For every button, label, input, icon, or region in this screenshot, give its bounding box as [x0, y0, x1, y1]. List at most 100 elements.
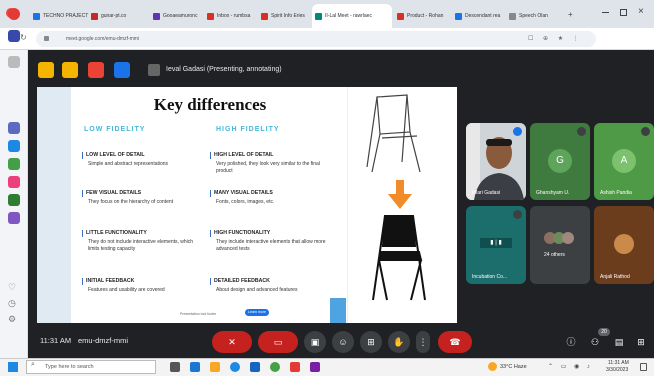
taskbar-search-input[interactable]: Type here to search	[26, 360, 156, 374]
sidebar-app-icon[interactable]	[8, 194, 20, 206]
others-tile[interactable]: 24 others	[530, 206, 590, 284]
annotate-button[interactable]	[114, 62, 130, 78]
activities-icon[interactable]: ⊞	[632, 331, 650, 353]
captions-icon: ▣	[310, 337, 320, 347]
sidebar-app-icon[interactable]	[8, 122, 20, 134]
search-icon: ⌕	[31, 361, 35, 368]
participant-count-badge: 20	[598, 328, 610, 336]
item-heading: LITTLE FUNCTIONALITY	[82, 230, 202, 237]
browser-tab[interactable]: Product - Rohan	[394, 6, 446, 26]
tab-favicon-icon	[261, 12, 268, 20]
taskview-icon[interactable]	[170, 362, 180, 372]
browser-tab[interactable]: gunar-pt.co	[88, 6, 143, 26]
item-body: Simple and abstract representations	[88, 161, 169, 167]
slide-title: Key differences	[153, 95, 267, 114]
lock-icon	[44, 36, 49, 41]
tab-favicon-icon	[397, 12, 404, 20]
address-bar[interactable]: meet.google.com/emu-dmzf-mmi	[36, 31, 596, 47]
participant-tile[interactable]: A Ashish Pandia	[594, 123, 654, 200]
item-heading: INITIAL FEEDBACK	[82, 278, 202, 285]
mic-muted-icon	[513, 210, 522, 219]
item-body: They do not include interactive elements…	[88, 239, 194, 252]
browser-tab-active[interactable]: II-Lal Meet - rawrlaec	[312, 4, 392, 28]
slide-decor-strip	[37, 87, 71, 323]
real-chair-icon	[372, 215, 426, 301]
sidebar-app-icon[interactable]	[8, 30, 20, 42]
browser-tab[interactable]: Gooaeamuronc	[150, 6, 202, 26]
sidebar-app-icon[interactable]	[8, 212, 20, 224]
chat-icon[interactable]: ▤	[610, 331, 628, 353]
sidebar-history-icon[interactable]: ◷	[8, 298, 20, 310]
sidebar-app-icon[interactable]	[8, 8, 20, 20]
meeting-code: emu-dmzf-mmi	[78, 336, 128, 345]
info-icon[interactable]: ⓘ	[562, 331, 580, 353]
sidebar-heart-icon[interactable]: ♡	[8, 282, 20, 294]
tab-favicon-icon	[207, 12, 214, 20]
participant-tile[interactable]: ▮ | ▮ Incubation Co...	[466, 206, 526, 284]
slide-footer-button[interactable]: Learn more	[245, 309, 269, 316]
browser-tab[interactable]: Inbox - rumbsa	[204, 6, 256, 26]
captions-button[interactable]	[62, 62, 78, 78]
participant-tile[interactable]: G Ghanshyam U.	[530, 123, 590, 200]
tab-favicon-icon	[455, 12, 462, 20]
file-explorer-icon[interactable]	[210, 362, 220, 372]
sidebar-app-icon[interactable]	[8, 158, 20, 170]
maximize-icon[interactable]	[620, 9, 627, 16]
item-heading: FEW VISUAL DETAILS	[82, 190, 202, 197]
minimize-icon[interactable]	[602, 12, 609, 13]
item-heading: HIGH FUNCTIONALITY	[210, 230, 330, 237]
presenter-avatar	[148, 64, 160, 76]
store-icon[interactable]	[250, 362, 260, 372]
participant-tile[interactable]: Inlari Gadasi	[466, 123, 526, 200]
low-fidelity-item: LITTLE FUNCTIONALITY They do not include…	[82, 230, 202, 252]
taskbar-app-icon[interactable]	[290, 362, 300, 372]
arrow-down-icon	[388, 180, 412, 209]
tab-label: Gooaeamuronc	[163, 13, 198, 19]
taskbar-clock-date[interactable]: 3/30/2023	[606, 367, 628, 373]
participant-avatar: A	[612, 149, 636, 173]
system-tray-icons[interactable]: ⌃ ▭ ◉ ♪	[548, 363, 593, 370]
low-fidelity-item: LOW LEVEL OF DETAIL Simple and abstract …	[82, 152, 202, 168]
taskbar-app-icon[interactable]	[310, 362, 320, 372]
camera-off-icon: ▭	[273, 337, 283, 347]
mic-muted-icon	[513, 127, 522, 136]
taskbar-clock-time[interactable]: 11:31 AM	[608, 360, 629, 366]
windows-start-icon[interactable]	[8, 362, 18, 372]
present-icon: ⊞	[367, 337, 375, 347]
meeting-time: 11:31 AM	[40, 336, 72, 345]
mic-muted-icon	[577, 127, 586, 136]
mic-off-icon: ✕	[228, 337, 236, 347]
sidebar-app-icon[interactable]	[8, 140, 20, 152]
widgets-icon[interactable]	[190, 362, 200, 372]
browser-extensions-icons[interactable]: ☐ ⊕ ★ ⋮	[528, 35, 583, 42]
sidebar-app-icon[interactable]	[8, 176, 20, 188]
participant-tile[interactable]: Anjali Rathod	[594, 206, 654, 284]
item-body: Features and usability are covered	[88, 287, 165, 293]
tab-label: II-Lal Meet - rawrlaec	[325, 13, 372, 19]
low-fidelity-item: FEW VISUAL DETAILS They focus on the hie…	[82, 190, 202, 206]
new-tab-button[interactable]: +	[568, 10, 573, 19]
edge-icon[interactable]	[230, 362, 240, 372]
notification-icon[interactable]	[640, 363, 647, 371]
sidebar-home-icon[interactable]	[8, 56, 20, 68]
participant-name: Inlari Gadasi	[472, 190, 501, 196]
item-heading: HIGH LEVEL OF DETAIL	[210, 152, 330, 159]
close-icon[interactable]: ×	[638, 6, 644, 17]
stop-annotation-button[interactable]	[88, 62, 104, 78]
browser-tab[interactable]: Spirit Info Eries	[258, 6, 310, 26]
high-fidelity-item: DETAILED FEEDBACK About design and advan…	[210, 278, 330, 294]
sketch-chair-icon	[366, 94, 421, 173]
sidebar-settings-icon[interactable]: ⚙	[8, 314, 20, 326]
reactions-button[interactable]	[38, 62, 54, 78]
low-fidelity-heading: LOW FIDELITY	[84, 126, 146, 133]
tab-label: Product - Rohan	[407, 13, 444, 19]
browser-tab[interactable]: Speech Olan	[506, 6, 552, 26]
mic-muted-icon	[641, 127, 650, 136]
chrome-icon[interactable]	[270, 362, 280, 372]
meet-favicon-icon	[315, 12, 322, 20]
high-fidelity-heading: HIGH FIDELITY	[216, 126, 280, 133]
reload-icon[interactable]: ↻	[20, 33, 27, 42]
participant-name: Ashish Pandia	[600, 190, 632, 196]
browser-tab[interactable]: Descendant rea	[452, 6, 504, 26]
item-heading: DETAILED FEEDBACK	[210, 278, 330, 285]
